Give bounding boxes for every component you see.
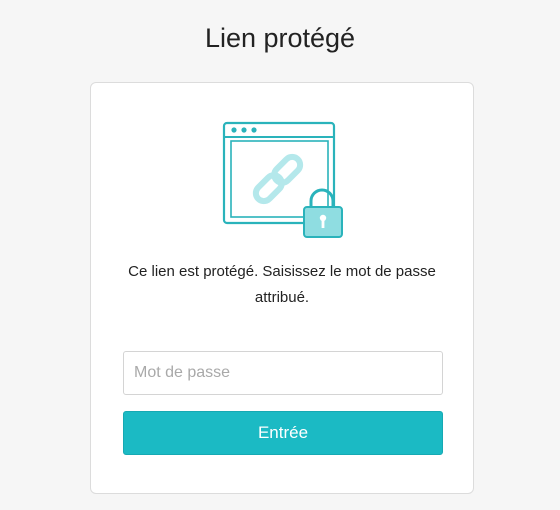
password-input[interactable] [123,351,443,395]
protected-link-page: Lien protégé Ce lien est protégé. Saisis… [0,0,560,510]
password-card: Ce lien est protégé. Saisissez le mot de… [90,82,474,494]
page-title: Lien protégé [204,23,356,53]
protection-message: Ce lien est protégé. Saisissez le mot de… [128,263,436,306]
submit-button[interactable]: Entrée [123,411,443,455]
protected-link-illustration [222,121,343,238]
